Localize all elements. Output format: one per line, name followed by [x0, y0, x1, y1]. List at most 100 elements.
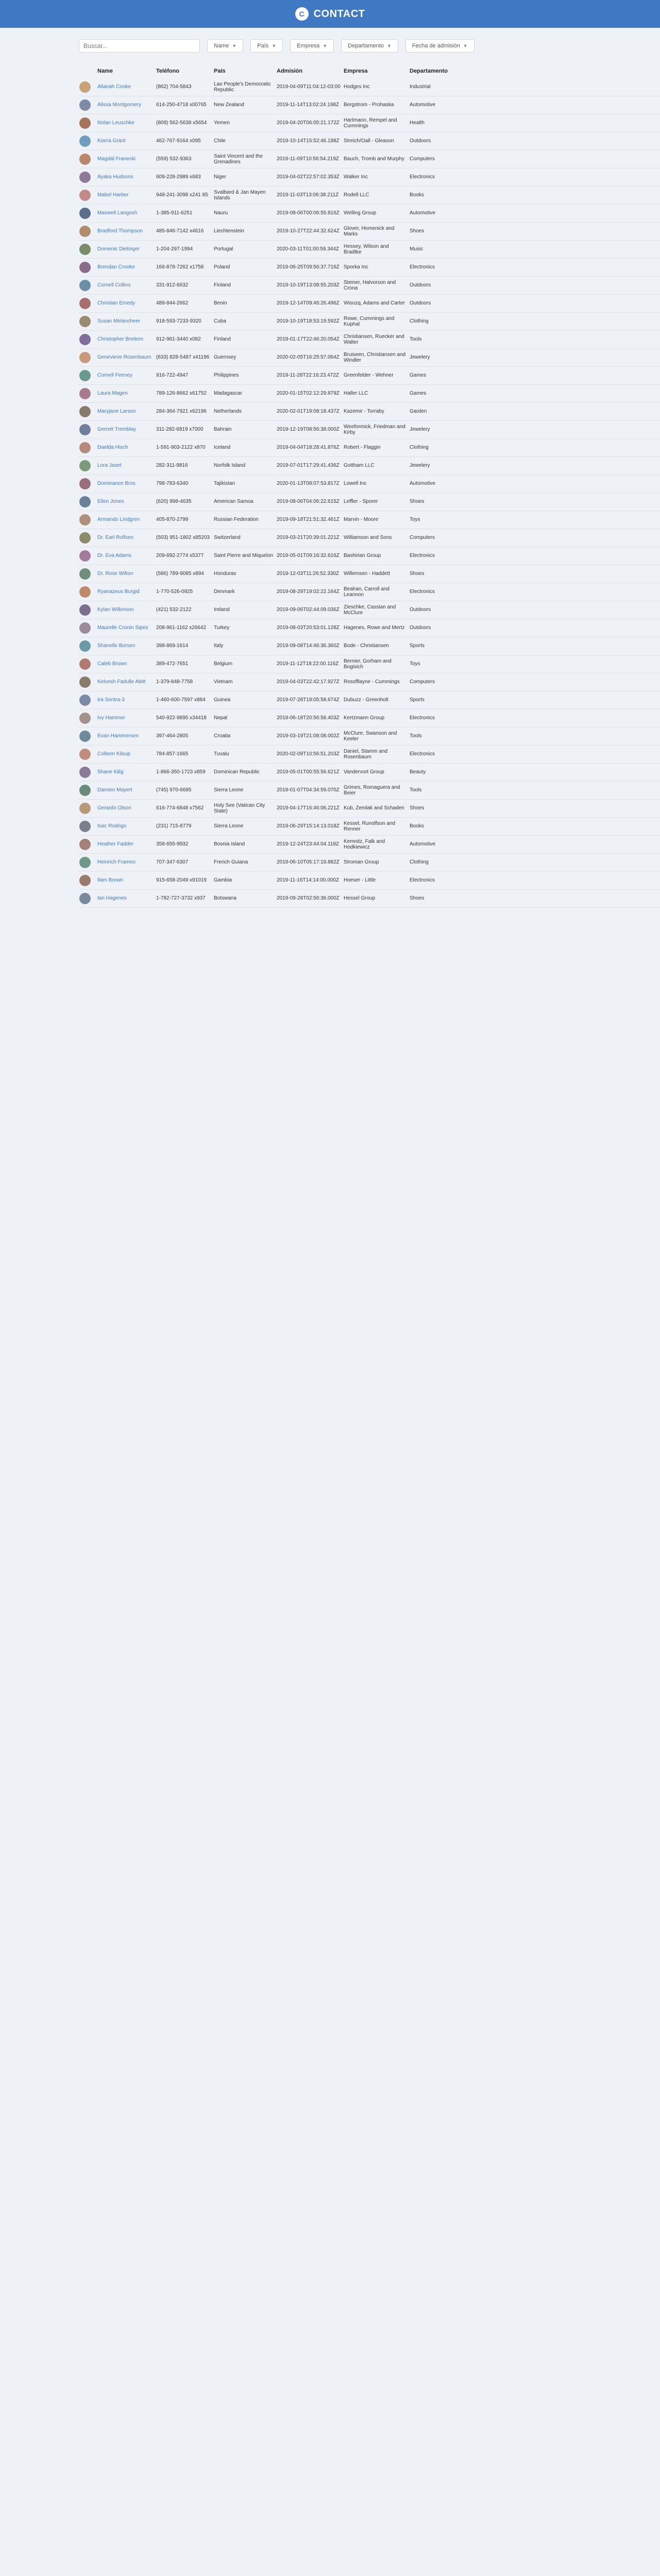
table-row[interactable]: Evan Hammersen 397-464-2805 Croatia 2019-03… [79, 727, 660, 745]
contact-name[interactable]: Shane Kilig [94, 769, 156, 775]
table-row[interactable]: Dr. Eva Adams 209-692-2774 x5377 Saint Pie… [79, 547, 660, 565]
table-row[interactable]: Kiarra Grant 462-767-9164 x095 Chile 2019-1… [79, 132, 660, 150]
table-row[interactable]: Lora Jaset 282-311-9816 Norfolk Island 2019… [79, 457, 660, 475]
table-row[interactable]: Dr. Earl Rolfsen (503) 951-1802 x85203 Swi… [79, 529, 660, 547]
contact-name[interactable]: Maryjane Larson [94, 409, 156, 415]
contact-name[interactable]: Shanelle Borsen [94, 643, 156, 649]
table-row[interactable]: Alissa Montgomery 614-250-4718 x00765 New … [79, 96, 660, 114]
filter-name-dropdown[interactable]: Name ▼ [207, 39, 244, 53]
table-row[interactable]: Dr. Rose Wilton (586) 789-9085 x894 Hondur… [79, 565, 660, 583]
table-row[interactable]: Armando Lindgren 405-870-2799 Russian Fede… [79, 511, 660, 529]
header-admision[interactable]: Admisión [277, 68, 344, 75]
table-row[interactable]: Allanah Cooke (862) 704-5843 Lao People's … [79, 78, 660, 96]
table-row[interactable]: Christian Emedy 489-844-2662 Benin 2019-12-… [79, 295, 660, 313]
contact-name[interactable]: Dr. Eva Adams [94, 553, 156, 559]
contact-name[interactable]: Caleb Brown [94, 661, 156, 667]
contact-name[interactable]: Isac Rodrigo [94, 823, 156, 829]
table-row[interactable]: Gerardo Olson 616-774-6848 x7562 Holy See … [79, 800, 660, 818]
table-row[interactable]: Damien Mayert (745) 970-6695 Sierra Leone 2… [79, 782, 660, 800]
contact-name[interactable]: Kelvesh Fadulle Abitt [94, 679, 156, 685]
table-row[interactable]: Ryanazeus Burgid 1-770-526-0925 Denmark 201… [79, 583, 660, 601]
table-row[interactable]: Isac Rodrigo (231) 715-8779 Sierra Leone 20… [79, 818, 660, 836]
table-row[interactable]: Cornell Collins 331-912-6632 Finland 2019-1… [79, 277, 660, 295]
contact-name[interactable]: Heinrich Frameo [94, 859, 156, 866]
search-input[interactable] [83, 42, 195, 49]
table-row[interactable]: Dominance Bros 798-783-6340 Tajikistan 2020… [79, 475, 660, 493]
table-row[interactable]: Ayaka Hudsons 609-228-2989 x683 Niger 2019-… [79, 168, 660, 187]
filter-empresa-dropdown[interactable]: Empresa ▼ [290, 39, 334, 53]
contact-name[interactable]: Alissa Montgomery [94, 102, 156, 108]
contact-name[interactable]: Laura Magen [94, 391, 156, 397]
table-row[interactable]: Shane Kilig 1-866-350-1723 x859 Dominican … [79, 764, 660, 782]
table-row[interactable]: Mabel Harber 948-241-3098 x241 85 Svalbard… [79, 187, 660, 205]
contact-name[interactable]: Christian Emedy [94, 300, 156, 307]
contact-name[interactable]: Cornell Feeney [94, 372, 156, 379]
table-row[interactable]: Ian Hagenes 1-782-727-3732 x937 Botswana 20… [79, 890, 660, 908]
table-row[interactable]: Gerrett Tremblay 311-282-6819 x7000 Bahrai… [79, 421, 660, 439]
table-row[interactable]: Ivy Hammer 540-922-9895 x34418 Nepal 2019-0… [79, 709, 660, 727]
contact-name[interactable]: Ilam Brown [94, 877, 156, 884]
header-empresa[interactable]: Empresa [344, 68, 410, 75]
table-row[interactable]: Ellen Jones (620) 998-4635 American Samoa 2… [79, 493, 660, 511]
table-row[interactable]: Maryjane Larson 284-364-7921 x62196 Nether… [79, 403, 660, 421]
contact-name[interactable]: Genevieve Rosenbaum [94, 354, 156, 361]
table-row[interactable]: Maurelle Cronin Sipes 208-961-1162 x26642… [79, 619, 660, 637]
contact-name[interactable]: Nolan Leuschke [94, 120, 156, 126]
table-row[interactable]: Bradford Thompson 485-846-7142 x4616 Liech… [79, 223, 660, 241]
contact-name[interactable]: Heather Fadder [94, 841, 156, 848]
search-box[interactable] [79, 39, 200, 53]
contact-name[interactable]: Maxwell Langosh [94, 210, 156, 216]
contact-name[interactable]: Damien Mayert [94, 787, 156, 793]
table-row[interactable]: Cornell Feeney 916-722-4947 Philippines 201… [79, 367, 660, 385]
contact-name[interactable]: Kylan Wilkinson [94, 607, 156, 613]
header-phone[interactable]: Teléfono [156, 68, 214, 75]
contact-name[interactable]: Mabel Harber [94, 192, 156, 198]
table-row[interactable]: Nolan Leuschke (809) 562-5638 x5654 Yemen 2… [79, 114, 660, 132]
contact-name[interactable]: Ellen Jones [94, 499, 156, 505]
contact-name[interactable]: Ira Sentra-3 [94, 697, 156, 703]
contact-name[interactable]: Dr. Earl Rolfsen [94, 535, 156, 541]
contact-name[interactable]: Daelda Hisch [94, 445, 156, 451]
contact-name[interactable]: Ayaka Hudsons [94, 174, 156, 180]
contact-name[interactable]: Magdal Franecki [94, 156, 156, 162]
contact-name[interactable]: Ivy Hammer [94, 715, 156, 721]
table-row[interactable]: Colleen Kilsup 784-857-1665 Tuvalu 2020-02-… [79, 745, 660, 764]
header-pais[interactable]: País [214, 68, 277, 75]
contact-name[interactable]: Cornell Collins [94, 282, 156, 289]
contact-name[interactable]: Ian Hagenes [94, 895, 156, 902]
contact-name[interactable]: Christopher Breitem [94, 336, 156, 343]
table-row[interactable]: Susan Melancheer 918-593-7233-9320 Cuba 201… [79, 313, 660, 331]
table-row[interactable]: Heather Fadder 358-655-9932 Bosnia Island 2… [79, 836, 660, 854]
table-row[interactable]: Kylan Wilkinson (421) 532-2122 Ireland 2019… [79, 601, 660, 619]
table-row[interactable]: Daelda Hisch 1-591-903-2122 x870 Iceland 20… [79, 439, 660, 457]
contact-name[interactable]: Dr. Rose Wilton [94, 571, 156, 577]
filter-pais-dropdown[interactable]: País ▼ [250, 39, 283, 53]
contact-name[interactable]: Brendan Crooke [94, 264, 156, 270]
contact-name[interactable]: Evan Hammersen [94, 733, 156, 739]
header-name[interactable]: Name [94, 68, 156, 75]
table-row[interactable]: Ira Sentra-3 1-460-600-7597 x884 Guinea 201… [79, 691, 660, 709]
table-row[interactable]: Heinrich Frameo 707-347-6307 French Guiana… [79, 854, 660, 872]
contact-name[interactable]: Lora Jaset [94, 463, 156, 469]
contact-name[interactable]: Gerardo Olson [94, 805, 156, 811]
contact-name[interactable]: Dominance Bros [94, 481, 156, 487]
contact-name[interactable]: Ryanazeus Burgid [94, 589, 156, 595]
filter-fecha-dropdown[interactable]: Fecha de admisión ▼ [405, 39, 475, 53]
filter-departamento-dropdown[interactable]: Departamento ▼ [341, 39, 398, 53]
contact-name[interactable]: Armando Lindgren [94, 517, 156, 523]
table-row[interactable]: Ilam Brown 915-658-2049 x91019 Gambia 2019-… [79, 872, 660, 890]
table-row[interactable]: Genevieve Rosenbaum (633) 828-5487 x41196… [79, 349, 660, 367]
table-row[interactable]: Shanelle Borsen 398-869-1614 Italy 2019-09-… [79, 637, 660, 655]
contact-name[interactable]: Bradford Thompson [94, 228, 156, 234]
table-row[interactable]: Maxwell Langosh 1-385-911-6251 Nauru 2019-0… [79, 205, 660, 223]
contact-name[interactable]: Maurelle Cronin Sipes [94, 625, 156, 631]
table-row[interactable]: Caleb Brown 389-472-7651 Belgium 2019-11-12… [79, 655, 660, 673]
table-row[interactable]: Christopher Breitem 912-961-3440 x082 Finl… [79, 331, 660, 349]
contact-name[interactable]: Domenic Dietinger [94, 246, 156, 252]
header-departamento[interactable]: Departamento [410, 68, 471, 75]
contact-name[interactable]: Gerrett Tremblay [94, 427, 156, 433]
contact-name[interactable]: Colleen Kilsup [94, 751, 156, 757]
table-row[interactable]: Laura Magen 789-126-8662 x61752 Madagascar… [79, 385, 660, 403]
table-row[interactable]: Magdal Franecki (559) 532-9363 Saint Vince… [79, 150, 660, 168]
table-row[interactable]: Domenic Dietinger 1-204-297-1994 Portugal 2… [79, 241, 660, 259]
